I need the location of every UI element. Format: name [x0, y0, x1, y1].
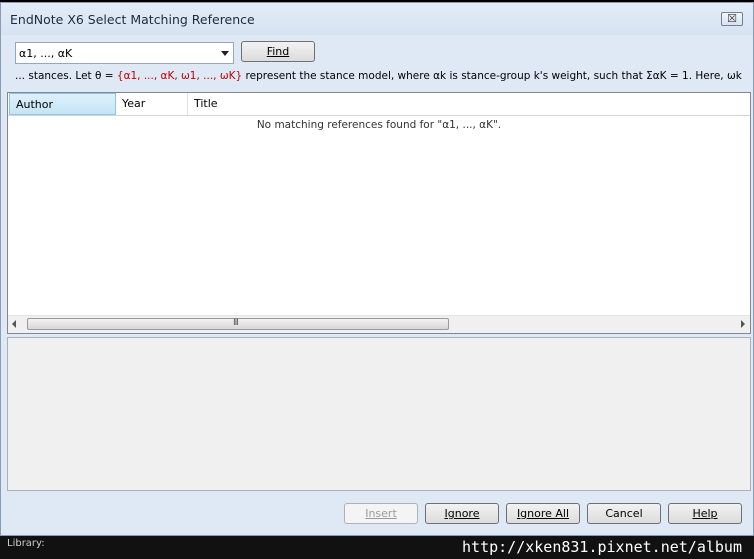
reference-preview-pane: [7, 337, 751, 491]
cancel-button[interactable]: Cancel: [587, 503, 661, 524]
context-after: represent the stance model, where αk is …: [245, 70, 745, 82]
search-combobox[interactable]: α1, ..., αK: [15, 42, 234, 64]
insert-label: Insert: [365, 507, 397, 520]
ignore-all-label: Ignore All: [516, 507, 570, 520]
column-author[interactable]: Author: [9, 93, 116, 115]
select-matching-reference-dialog: EndNote X6 Select Matching Reference ☒ α…: [0, 2, 754, 536]
citation-context: ... stances. Let θ = {α1, ..., αK, ω1, .…: [15, 70, 745, 82]
context-before: ... stances. Let θ =: [15, 70, 117, 82]
help-label: Help: [692, 507, 718, 520]
insert-button[interactable]: Insert: [344, 503, 418, 524]
column-year[interactable]: Year: [116, 93, 188, 115]
list-header: Author Year Title: [8, 93, 750, 116]
dialog-title: EndNote X6 Select Matching Reference: [10, 12, 255, 27]
chevron-down-icon[interactable]: [221, 51, 229, 56]
close-icon: ☒: [727, 12, 737, 25]
context-highlight: {α1, ..., αK, ω1, ..., ωK}: [116, 70, 243, 82]
scroll-thumb[interactable]: III: [27, 318, 449, 330]
grip-icon: III: [233, 318, 239, 328]
watermark-url: http://xken831.pixnet.net/album: [462, 538, 742, 556]
title-bar: EndNote X6 Select Matching Reference ☒: [1, 3, 753, 35]
status-bar: Library: http://xken831.pixnet.net/album: [0, 536, 754, 559]
cancel-label: Cancel: [605, 507, 643, 520]
find-label: Find: [266, 45, 290, 58]
scroll-right-icon[interactable]: [741, 320, 745, 328]
ignore-label: Ignore: [444, 507, 480, 520]
search-value: α1, ..., αK: [19, 47, 73, 60]
ignore-button[interactable]: Ignore: [425, 503, 499, 524]
ignore-all-button[interactable]: Ignore All: [506, 503, 580, 524]
column-title[interactable]: Title: [188, 93, 748, 115]
horizontal-scrollbar[interactable]: III: [8, 315, 750, 333]
reference-list[interactable]: Author Year Title No matching references…: [7, 92, 751, 334]
scroll-left-icon[interactable]: [12, 320, 16, 328]
find-button[interactable]: Find: [241, 41, 315, 62]
empty-message: No matching references found for "α1, ..…: [256, 119, 502, 131]
help-button[interactable]: Help: [668, 503, 742, 524]
close-button[interactable]: ☒: [721, 12, 743, 26]
library-label: Library:: [7, 538, 45, 549]
